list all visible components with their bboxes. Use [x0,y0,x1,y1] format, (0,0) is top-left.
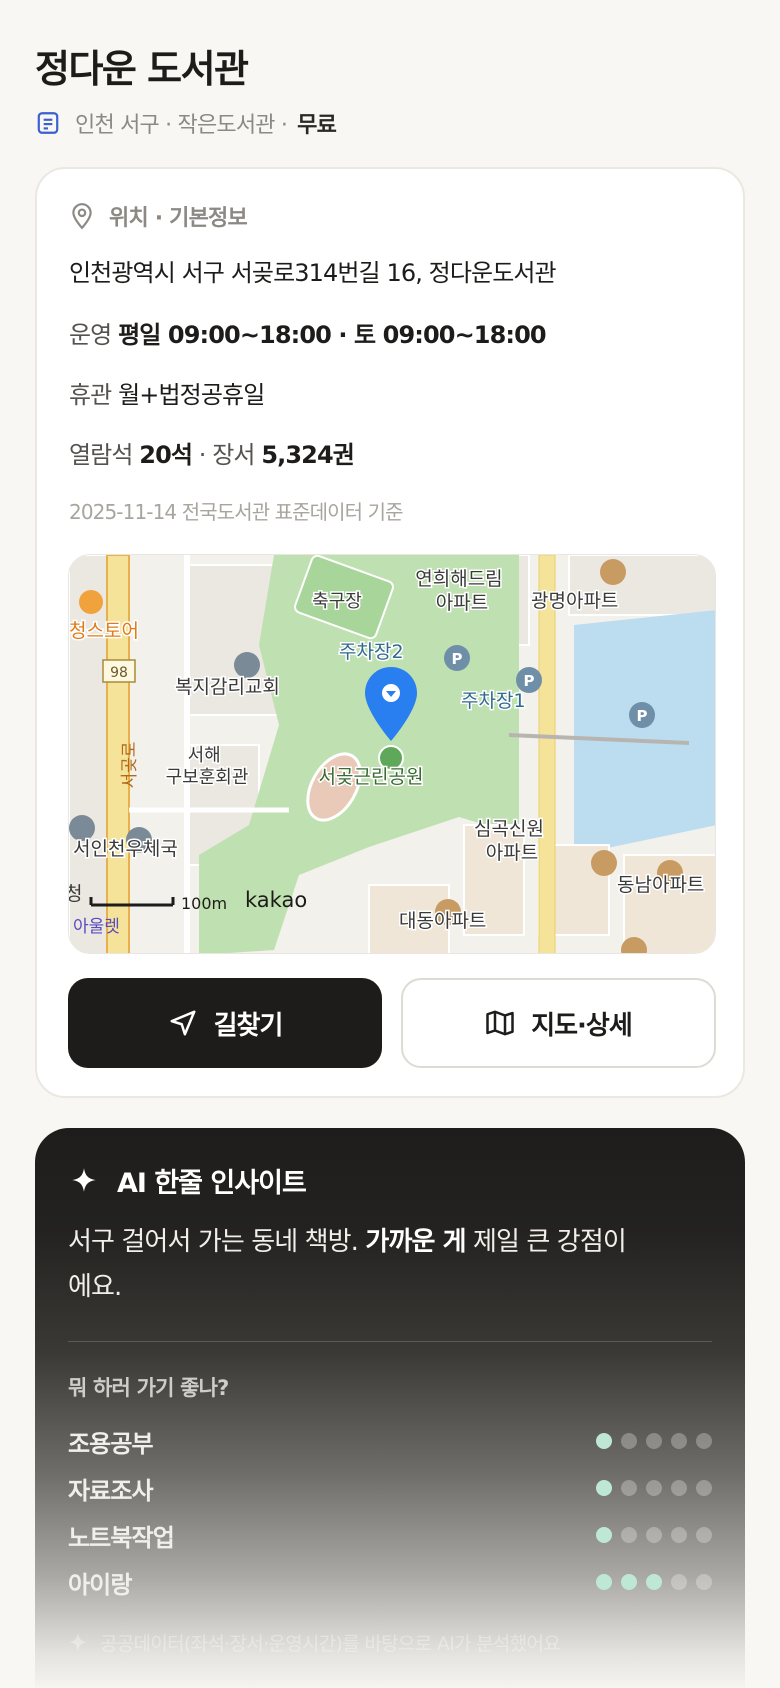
navigation-arrow-icon [170,1010,196,1036]
apt1-line-2: 아파트 [436,592,488,614]
svg-text:P: P [524,672,535,690]
map-label-church: 복지감리교회 [175,676,280,698]
map-view[interactable]: P P P 청스토어 98 복지감리교회 서곶로 서해 구보훈회관 서인천우체국… [68,554,716,954]
address: 인천광역시 서구 서곶로314번길 16, 정다운도서관 [69,259,557,287]
hours-label: 운영 [69,321,112,349]
svg-text:P: P [452,650,463,668]
rating-dot [621,1574,637,1590]
map-label-post: 서인천우체국 [73,838,178,860]
directions-button[interactable]: 길찾기 [68,978,382,1068]
rating-dot [621,1433,637,1449]
map-label-parking1: 주차장1 [461,690,526,712]
ai-footnote: 공공데이터(좌석·장서·운영시간)를 바탕으로 AI가 분석했어요 [68,1628,561,1656]
map-label-store: 청스토어 [69,620,139,642]
rating-dot [671,1527,687,1543]
apt3-line-2: 아파트 [486,842,538,864]
rating-label: 노트북작업 [68,1523,175,1552]
map-label-apt5: 대동아파트 [399,910,486,932]
ai-header: AI 한줄 인사이트 [71,1160,307,1200]
rating-dots [596,1433,712,1449]
books-label: · 장서 [198,441,256,469]
rating-row: 조용공부 [68,1423,712,1459]
map-detail-button[interactable]: 지도·상세 [401,978,716,1068]
hours-row: 운영 평일 09:00~18:00 · 토 09:00~18:00 [69,315,547,350]
rating-dot [671,1574,687,1590]
info-card: 위치 · 기본정보 인천광역시 서구 서곶로314번길 16, 정다운도서관 운… [35,167,745,1098]
rating-dots [596,1480,712,1496]
apt3-line-1: 심곡신원 [474,818,544,840]
rating-label: 조용공부 [68,1429,154,1458]
rating-label: 자료조사 [68,1476,154,1505]
rating-dot [596,1527,612,1543]
rating-dot [596,1574,612,1590]
rating-row: 자료조사 [68,1470,712,1506]
map-scale-label: 100m [181,894,227,913]
capacity-row: 열람석 20석 · 장서 5,324권 [69,435,355,470]
data-source: 2025-11-14 전국도서관 표준데이터 기준 [69,500,404,524]
closed-label: 휴관 [69,381,112,409]
location-pin-icon [72,203,92,230]
rating-dot [646,1574,662,1590]
rating-dot [696,1433,712,1449]
rating-dot [596,1433,612,1449]
rating-row: 노트북작업 [68,1517,712,1553]
library-meta: 인천 서구 · 작은도서관 · 무료 [35,106,337,140]
map-label-soccer: 축구장 [312,591,362,612]
ai-summary: 서구 걸어서 가는 동네 책방. 가까운 게 제일 큰 강점이에요. [68,1220,628,1310]
rating-row: 아이랑 [68,1564,712,1600]
price-badge: 무료 [297,113,337,138]
water-area [574,610,715,855]
map-brand-logo: kakao [245,888,307,912]
books-value: 5,324권 [261,441,355,469]
location-type: 인천 서구 · 작은도서관 · [75,113,288,138]
map-label-edge-2: 아울렛 [73,917,120,937]
ai-question: 뭐 하러 가기 좋나? [68,1376,229,1400]
map-detail-label: 지도·상세 [531,1010,633,1041]
rating-dot [696,1527,712,1543]
map-label-apt4: 동남아파트 [617,874,704,896]
closed-value: 월+법정공휴일 [118,381,265,409]
directions-label: 길찾기 [213,1010,284,1041]
rating-dot [646,1527,662,1543]
veterans-line-1: 서해 [188,745,221,766]
page-title: 정다운 도서관 [35,47,249,91]
svg-text:P: P [637,707,648,725]
hours-value: 평일 09:00~18:00 · 토 09:00~18:00 [118,321,546,349]
sparkle-icon [68,1632,88,1652]
ai-footnote-text: 공공데이터(좌석·장서·운영시간)를 바탕으로 AI가 분석했어요 [100,1632,561,1655]
rating-dot [621,1480,637,1496]
rating-dot [596,1480,612,1496]
map-icon [486,1010,514,1036]
map-label-edge-1: 청 [69,883,82,905]
map-label-park: 서곶근린공원 [319,766,424,788]
seats-label: 열람석 [69,441,133,469]
document-icon [37,112,59,134]
map-label-parking2: 주차장2 [339,641,404,663]
seats-value: 20석 [139,441,193,469]
map-label-road: 서곶로 [120,742,140,789]
rating-dot [671,1480,687,1496]
closed-row: 휴관 월+법정공휴일 [69,375,265,410]
ai-summary-bold: 가까운 게 [365,1227,466,1257]
divider [68,1341,712,1342]
rating-label: 아이랑 [68,1570,132,1599]
rating-dot [671,1433,687,1449]
rating-dots [596,1527,712,1543]
rating-dots [596,1574,712,1590]
veterans-line-2: 구보훈회관 [166,767,249,788]
apt1-line-1: 연희해드림 [415,568,502,590]
ai-summary-pre: 서구 걸어서 가는 동네 책방. [68,1227,366,1257]
map-label-apt2: 광명아파트 [531,590,618,612]
section-header: 위치 · 기본정보 [69,199,248,233]
rating-dot [646,1480,662,1496]
rating-dot [621,1527,637,1543]
rating-dot [696,1480,712,1496]
rating-dot [696,1574,712,1590]
ai-title: AI 한줄 인사이트 [117,1167,307,1199]
rating-dot [646,1433,662,1449]
ai-insight-card: AI 한줄 인사이트 서구 걸어서 가는 동네 책방. 가까운 게 제일 큰 강… [35,1128,745,1688]
map-road-number: 98 [110,665,128,681]
sparkle-icon [72,1168,96,1192]
section-title: 위치 · 기본정보 [109,206,248,231]
